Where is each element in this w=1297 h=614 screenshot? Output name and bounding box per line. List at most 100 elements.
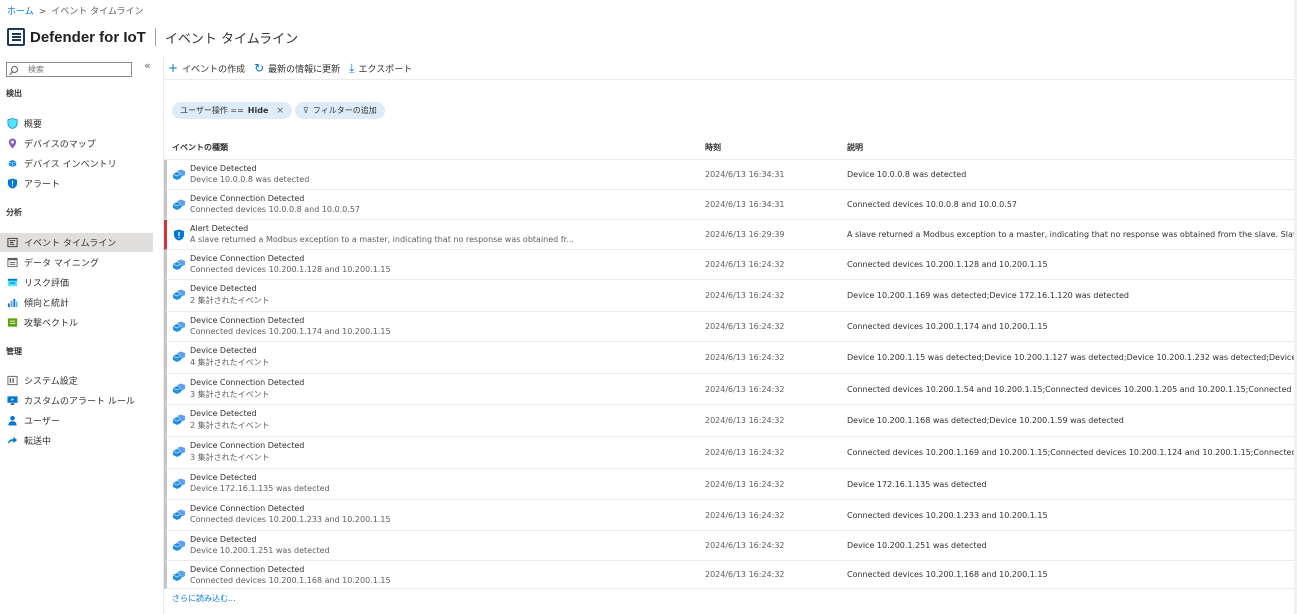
remove-filter-icon[interactable]: × (276, 106, 284, 116)
table-row[interactable]: Device Detected Device 10.200.1.251 was d… (164, 531, 1297, 561)
event-time: 2024/6/13 16:24:32 (705, 416, 785, 425)
event-time: 2024/6/13 16:24:32 (705, 570, 785, 579)
event-description: Connected devices 10.200.1.233 and 10.20… (847, 511, 1048, 520)
event-type: Device Detected (190, 164, 257, 173)
event-time: 2024/6/13 16:29:39 (705, 230, 785, 239)
filter-pill-user-action[interactable]: ユーザー操作 == Hide × (172, 102, 292, 119)
sidebar-item-overview[interactable]: 概要 (0, 114, 153, 133)
nav-section-manage: 管理 (6, 347, 22, 356)
event-time: 2024/6/13 16:24:32 (705, 448, 785, 457)
table-row[interactable]: Device Detected Device 172.16.1.135 was d… (164, 469, 1297, 500)
table-header: イベントの種類 時刻 説明 (164, 132, 1297, 160)
table-row[interactable]: Device Connection Detected 3 集計されたイベント 202… (164, 374, 1297, 405)
table-row[interactable]: Device Connection Detected 3 集計されたイベント 202… (164, 437, 1297, 469)
sidebar-item-users[interactable]: ユーザー (0, 411, 153, 430)
sidebar-item-risk-assessment[interactable]: リスク評価 (0, 273, 153, 292)
filter-key: ユーザー操作 == (180, 106, 244, 115)
device-icon (172, 478, 185, 489)
shield-icon (7, 118, 18, 129)
device-icon (172, 199, 185, 210)
refresh-button[interactable]: ↻ 最新の情報に更新 (254, 61, 340, 75)
forward-icon (7, 436, 18, 445)
event-summary: Device 172.16.1.135 was detected (190, 484, 330, 493)
sidebar-item-system-settings[interactable]: システム設定 (0, 371, 153, 390)
event-type: Device Connection Detected (190, 194, 305, 203)
device-icon (172, 570, 185, 581)
breadcrumb: ホーム > イベント タイムライン (7, 4, 144, 17)
download-icon: ⤓ (349, 60, 355, 75)
event-time: 2024/6/13 16:34:31 (705, 200, 785, 209)
sidebar-item-event-timeline[interactable]: イベント タイムライン (0, 233, 153, 252)
sidebar-item-label: システム設定 (24, 377, 78, 387)
sidebar-item-alerts[interactable]: アラート (0, 174, 153, 193)
sidebar-item-label: イベント タイムライン (24, 239, 117, 249)
table-row[interactable]: Device Detected 4 集計されたイベント 2024/6/13 16:2… (164, 342, 1297, 374)
add-filter-label: フィルターの追加 (312, 106, 377, 115)
event-type: Device Detected (190, 535, 257, 544)
table-row[interactable]: Device Detected Device 10.0.0.8 was detec… (164, 160, 1297, 190)
user-icon (8, 415, 17, 426)
sidebar: « 検出 概要 デバイスのマップ デバイス インベントリ アラート 分析 イベン… (0, 56, 160, 614)
sidebar-item-forwarding[interactable]: 転送中 (0, 431, 153, 450)
page-title: イベント タイムライン (164, 31, 299, 47)
sidebar-item-label: リスク評価 (24, 279, 70, 289)
settings-icon (7, 375, 18, 386)
event-type: Device Detected (190, 409, 257, 418)
column-header-description[interactable]: 説明 (847, 142, 863, 153)
sidebar-item-device-inventory[interactable]: デバイス インベントリ (0, 154, 153, 173)
column-header-time[interactable]: 時刻 (705, 142, 721, 153)
event-description: Connected devices 10.200.1.168 and 10.20… (847, 570, 1048, 579)
event-description: Device 10.200.1.169 was detected;Device … (847, 291, 1129, 300)
filter-icon: ⊽ (303, 106, 309, 115)
table-row[interactable]: Device Detected 2 集計されたイベント 2024/6/13 16:2… (164, 405, 1297, 437)
refresh-icon: ↻ (254, 61, 265, 75)
search-input[interactable] (28, 65, 118, 74)
sidebar-item-label: 攻撃ベクトル (24, 319, 79, 329)
sidebar-item-trends[interactable]: 傾向と統計 (0, 293, 153, 312)
event-time: 2024/6/13 16:24:32 (705, 291, 785, 300)
sidebar-item-device-map[interactable]: デバイスのマップ (0, 134, 153, 153)
export-button[interactable]: ⤓ エクスポート (349, 61, 412, 76)
search-icon (11, 66, 18, 73)
event-summary: Connected devices 10.0.0.8 and 10.0.0.57 (190, 205, 360, 214)
sidebar-item-label: 転送中 (24, 437, 52, 447)
sidebar-item-label: カスタムのアラート ルール (24, 397, 135, 407)
create-event-label: イベントの作成 (182, 64, 246, 75)
device-icon (172, 509, 185, 520)
table-row[interactable]: Device Connection Detected Connected devi… (164, 190, 1297, 220)
breadcrumb-home-link[interactable]: ホーム (7, 7, 34, 17)
event-type: Device Connection Detected (190, 441, 305, 450)
title-bar: Defender for IoT イベント タイムライン (7, 26, 298, 48)
alert-shield-icon (174, 229, 184, 241)
event-time: 2024/6/13 16:24:32 (705, 511, 785, 520)
table-row[interactable]: Device Connection Detected Connected devi… (164, 500, 1297, 531)
table-row[interactable]: Device Detected 2 集計されたイベント 2024/6/13 16:2… (164, 280, 1297, 312)
sidebar-item-attack-vectors[interactable]: 攻撃ベクトル (0, 313, 153, 332)
event-summary: Connected devices 10.200.1.233 and 10.20… (190, 515, 391, 524)
table-row[interactable]: Alert Detected A slave returned a Modbus … (164, 220, 1297, 250)
event-description: Connected devices 10.200.1.54 and 10.200… (847, 385, 1297, 394)
event-description: A slave returned a Modbus exception to a… (847, 230, 1297, 239)
load-more-link[interactable]: さらに読み込む... (172, 593, 236, 604)
sidebar-search[interactable] (6, 62, 132, 77)
event-type: Device Detected (190, 284, 257, 293)
table-row[interactable]: Device Connection Detected Connected devi… (164, 312, 1297, 342)
sidebar-item-data-mining[interactable]: データ マイニング (0, 253, 153, 272)
event-description: Device 10.200.1.251 was detected (847, 541, 987, 550)
collapse-sidebar-button[interactable]: « (144, 59, 151, 72)
events-table: イベントの種類 時刻 説明 Device Detected Device 10.0… (164, 132, 1297, 589)
event-description: Connected devices 10.0.0.8 and 10.0.0.57 (847, 200, 1017, 209)
add-filter-button[interactable]: ⊽ フィルターの追加 (295, 102, 385, 119)
sidebar-item-custom-alert-rules[interactable]: カスタムのアラート ルール (0, 391, 153, 410)
defender-logo-icon (7, 28, 25, 46)
create-event-button[interactable]: + イベントの作成 (168, 61, 245, 75)
breadcrumb-current: イベント タイムライン (51, 7, 144, 17)
device-icon (172, 289, 185, 300)
nav-section-analyze: 分析 (6, 208, 22, 217)
sidebar-item-label: デバイス インベントリ (24, 160, 117, 170)
device-icon (172, 351, 185, 362)
export-label: エクスポート (358, 64, 413, 75)
column-header-event-type[interactable]: イベントの種類 (172, 142, 228, 153)
table-row[interactable]: Device Connection Detected Connected devi… (164, 250, 1297, 280)
table-row[interactable]: Device Connection Detected Connected devi… (164, 561, 1297, 589)
